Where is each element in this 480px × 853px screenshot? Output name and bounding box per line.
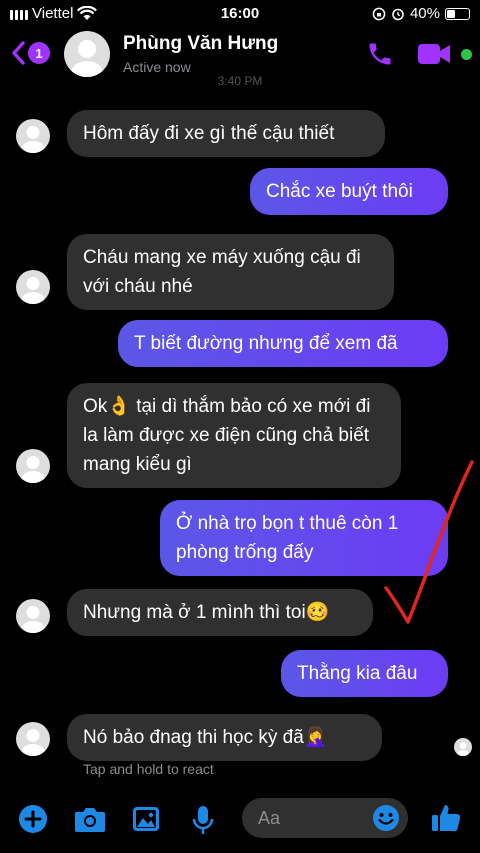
message-outgoing[interactable]: Ở nhà trọ bọn t thuê còn 1 phòng trống đ… — [160, 500, 448, 576]
battery-icon — [445, 7, 470, 20]
read-receipt-avatar — [454, 738, 472, 756]
plus-icon[interactable] — [18, 804, 48, 834]
message-outgoing[interactable]: T biết đường nhưng để xem đã — [118, 320, 448, 367]
gallery-icon[interactable] — [131, 804, 161, 834]
status-bar: Viettel 16:00 40% — [0, 0, 480, 28]
message-incoming[interactable]: Hôm đấy đi xe gì thế cậu thiết — [67, 110, 385, 157]
online-indicator — [461, 49, 472, 60]
video-call-icon[interactable] — [416, 40, 452, 68]
react-hint: Tap and hold to react — [83, 761, 214, 777]
emoji-icon[interactable] — [372, 804, 400, 832]
phone-icon[interactable] — [366, 40, 394, 68]
contact-name[interactable]: Phùng Văn Hưng — [123, 33, 278, 55]
sender-avatar[interactable] — [16, 722, 50, 756]
sender-avatar[interactable] — [16, 599, 50, 633]
message-outgoing[interactable]: Chắc xe buýt thôi — [250, 168, 448, 215]
message-input-wrapper[interactable] — [242, 798, 408, 838]
thumbs-up-icon[interactable] — [430, 802, 462, 834]
sender-avatar[interactable] — [16, 270, 50, 304]
message-incoming[interactable]: Nó bảo đnag thi học kỳ đã🤦‍♀️ — [67, 714, 382, 761]
microphone-icon[interactable] — [190, 804, 216, 836]
message-incoming[interactable]: Nhưng mà ở 1 mình thì toi🥴 — [67, 589, 373, 636]
unread-badge: 1 — [28, 42, 50, 64]
camera-icon[interactable] — [73, 804, 107, 834]
message-outgoing[interactable]: Thằng kia đâu — [281, 650, 448, 697]
message-incoming[interactable]: Ok👌 tại dì thắm bảo có xe mới đi la làm … — [67, 383, 401, 488]
battery-fill — [447, 9, 455, 18]
sender-avatar[interactable] — [16, 449, 50, 483]
battery-percent: 40% — [409, 5, 440, 22]
contact-avatar[interactable] — [64, 31, 110, 77]
alarm-icon — [392, 8, 404, 20]
orientation-lock-icon — [372, 7, 386, 20]
chevron-left-icon — [12, 41, 25, 65]
back-button[interactable]: 1 — [10, 40, 50, 66]
composer-bar — [0, 790, 480, 853]
faded-timestamp: 3:40 PM — [217, 74, 263, 88]
sender-avatar[interactable] — [16, 119, 50, 153]
message-input[interactable] — [258, 798, 368, 838]
message-incoming[interactable]: Cháu mang xe máy xuống cậu đi với cháu n… — [67, 234, 394, 310]
contact-status: Active now — [123, 59, 191, 75]
